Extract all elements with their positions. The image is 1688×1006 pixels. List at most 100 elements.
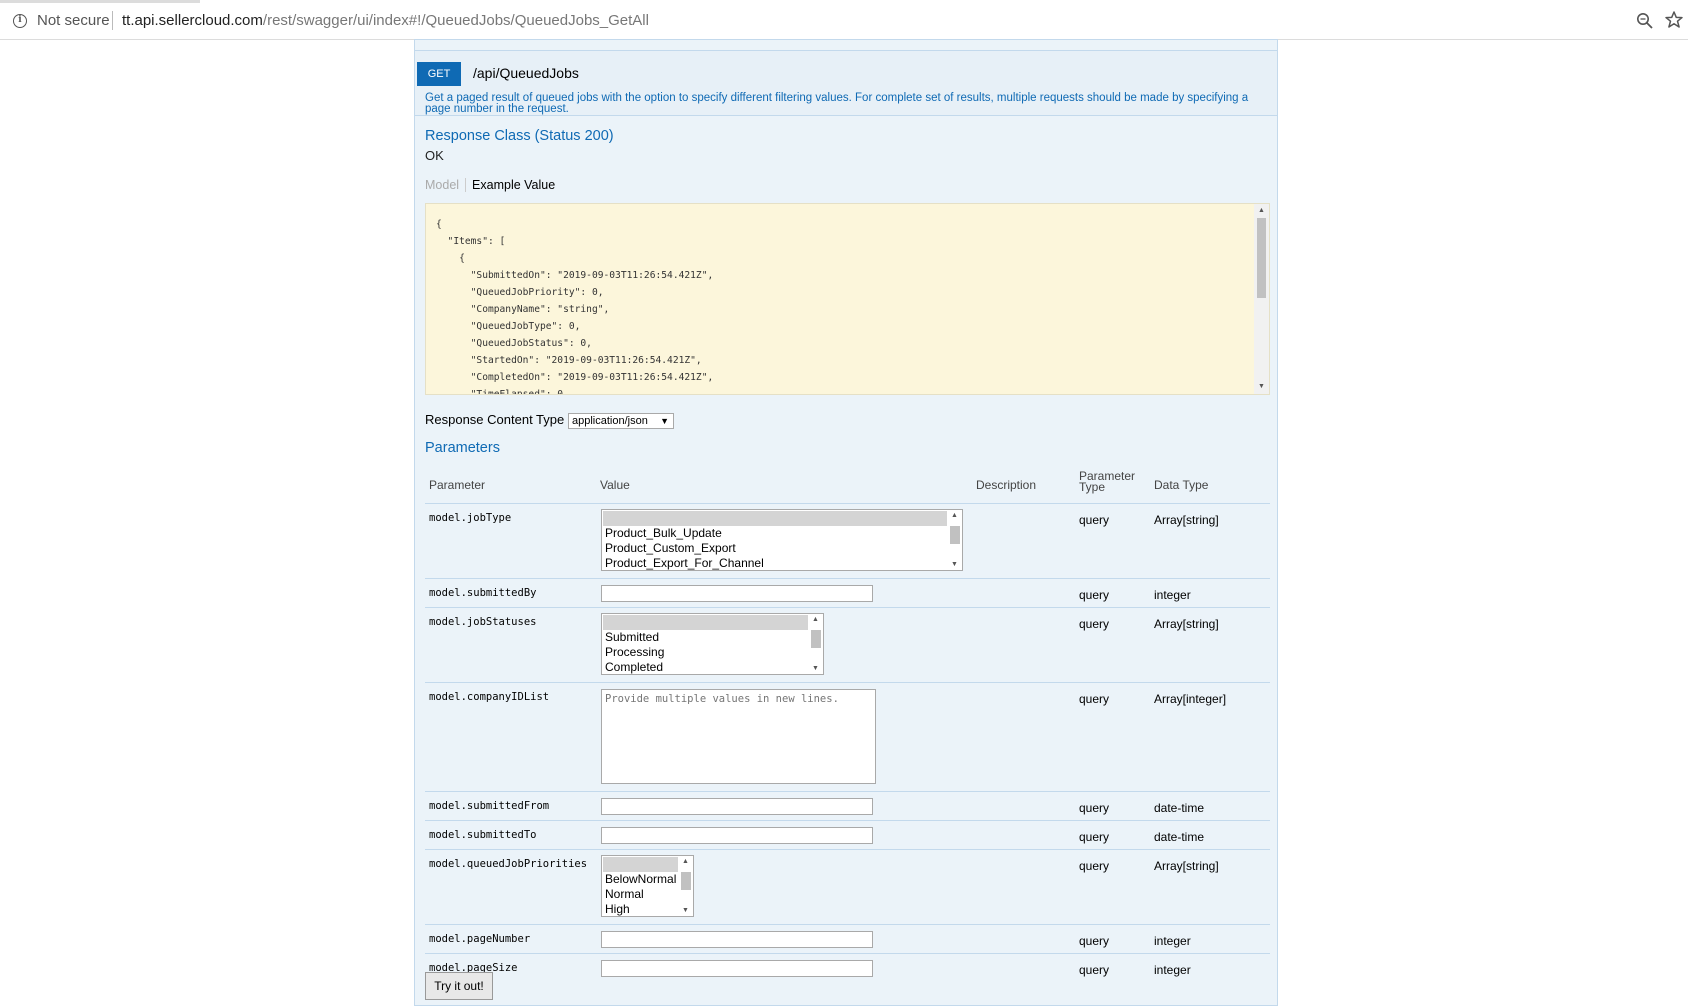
param-type: query xyxy=(1079,801,1110,815)
scroll-thumb[interactable] xyxy=(681,872,691,890)
operation-description: Get a paged result of queued jobs with t… xyxy=(425,92,1249,115)
listbox-scrollbar[interactable]: ▲ ▼ xyxy=(679,856,693,916)
param-data-type: date-time xyxy=(1154,830,1205,844)
header-description: Description xyxy=(976,478,1037,492)
param-type: query xyxy=(1079,617,1110,631)
listbox-option[interactable]: Submitted xyxy=(602,630,823,645)
scroll-down-icon[interactable]: ▼ xyxy=(812,665,819,672)
param-data-type: Array[integer] xyxy=(1154,692,1227,706)
parameters-table-header: Parameter Value Description Parameter Typ… xyxy=(425,468,1270,504)
example-scrollbar[interactable]: ▲ ▼ xyxy=(1254,204,1269,394)
browser-address-bar: i Not secure tt.api.sellercloud.com/rest… xyxy=(0,0,1688,40)
table-row: model.companyIDList query Array[integer] xyxy=(425,683,1270,792)
info-icon[interactable]: i xyxy=(13,14,27,28)
content-type-value: application/json xyxy=(572,415,648,427)
tab-model[interactable]: Model xyxy=(425,178,467,192)
param-data-type: Array[string] xyxy=(1154,617,1219,631)
header-parameter: Parameter xyxy=(429,478,486,492)
listbox-empty-option[interactable] xyxy=(603,511,947,526)
url-text[interactable]: tt.api.sellercloud.com/rest/swagger/ui/i… xyxy=(122,12,649,29)
queuedjobpriorities-listbox[interactable]: BelowNormal Normal High ▲ ▼ xyxy=(601,855,694,917)
param-data-type: integer xyxy=(1154,588,1191,602)
header-value: Value xyxy=(600,478,630,492)
address-separator xyxy=(112,11,113,30)
scroll-up-icon[interactable]: ▲ xyxy=(1258,207,1265,215)
http-method-badge[interactable]: GET xyxy=(417,62,461,86)
zoom-icon[interactable] xyxy=(1636,12,1654,30)
param-data-type: Array[string] xyxy=(1154,859,1219,873)
param-data-type: date-time xyxy=(1154,801,1205,815)
chevron-down-icon: ▼ xyxy=(660,416,669,426)
parameters-table: Parameter Value Description Parameter Typ… xyxy=(425,468,1270,983)
scroll-thumb[interactable] xyxy=(950,526,960,544)
param-type: query xyxy=(1079,859,1110,873)
response-content-type-label: Response Content Type xyxy=(425,412,565,427)
param-type: query xyxy=(1079,692,1110,706)
url-host: tt.api.sellercloud.com xyxy=(122,12,263,29)
listbox-scrollbar[interactable]: ▲ ▼ xyxy=(809,614,823,674)
submittedby-input[interactable] xyxy=(601,585,873,602)
table-row: model.submittedFrom query date-time xyxy=(425,792,1270,821)
example-value-box[interactable]: { "Items": [ { "SubmittedOn": "2019-09-0… xyxy=(425,203,1270,395)
submittedto-input[interactable] xyxy=(601,827,873,844)
listbox-option[interactable]: Product_Export_For_Channel xyxy=(602,556,962,570)
operation-panel: GET /api/QueuedJobs Get a paged result o… xyxy=(414,40,1278,1006)
response-class-title: Response Class (Status 200) xyxy=(425,128,614,144)
submittedfrom-input[interactable] xyxy=(601,798,873,815)
listbox-option[interactable]: Product_Custom_Export xyxy=(602,541,962,556)
table-row: model.pageNumber query integer xyxy=(425,925,1270,954)
table-row: model.queuedJobPriorities BelowNormal No… xyxy=(425,850,1270,925)
scroll-down-icon[interactable]: ▼ xyxy=(682,907,689,914)
param-type: query xyxy=(1079,830,1110,844)
jobstatuses-listbox[interactable]: Submitted Processing Completed ▲ ▼ xyxy=(601,613,824,675)
star-icon[interactable] xyxy=(1664,10,1684,30)
listbox-empty-option[interactable] xyxy=(603,615,808,630)
scroll-up-icon[interactable]: ▲ xyxy=(951,512,958,519)
pagesize-input[interactable] xyxy=(601,960,873,977)
companyidlist-textarea[interactable] xyxy=(601,689,876,784)
example-json: { "Items": [ { "SubmittedOn": "2019-09-0… xyxy=(436,219,714,395)
param-type: query xyxy=(1079,513,1110,527)
listbox-scrollbar[interactable]: ▲ ▼ xyxy=(948,510,962,570)
param-name: model.queuedJobPriorities xyxy=(429,858,588,870)
header-data-type: Data Type xyxy=(1154,478,1209,492)
tab-example-value[interactable]: Example Value xyxy=(466,178,555,192)
param-type: query xyxy=(1079,588,1110,602)
scroll-down-icon[interactable]: ▼ xyxy=(951,561,958,568)
table-row: model.submittedTo query date-time xyxy=(425,821,1270,850)
param-type: query xyxy=(1079,963,1110,977)
param-name: model.jobStatuses xyxy=(429,616,537,628)
listbox-option[interactable]: Product_Bulk_Update xyxy=(602,526,962,541)
header-param-type-line2: Type xyxy=(1079,480,1106,494)
scroll-up-icon[interactable]: ▲ xyxy=(812,616,819,623)
listbox-empty-option[interactable] xyxy=(603,857,678,872)
param-data-type: integer xyxy=(1154,963,1191,977)
response-content-type-select[interactable]: application/json ▼ xyxy=(568,413,674,429)
parameters-title: Parameters xyxy=(425,440,500,456)
listbox-option[interactable]: Processing xyxy=(602,645,823,660)
security-label[interactable]: Not secure xyxy=(37,12,110,29)
param-name: model.pageNumber xyxy=(429,933,531,945)
param-type: query xyxy=(1079,934,1110,948)
operation-heading[interactable]: GET /api/QueuedJobs Get a paged result o… xyxy=(415,50,1277,116)
scroll-up-icon[interactable]: ▲ xyxy=(682,858,689,865)
url-path: /rest/swagger/ui/index#!/QueuedJobs/Queu… xyxy=(262,12,649,29)
param-name: model.companyIDList xyxy=(429,691,550,703)
scroll-thumb[interactable] xyxy=(811,630,821,648)
table-row: model.jobType Product_Bulk_Update Produc… xyxy=(425,504,1270,579)
model-tabs: Model Example Value xyxy=(425,178,555,192)
try-it-out-button[interactable]: Try it out! xyxy=(425,972,493,1000)
operation-path[interactable]: /api/QueuedJobs xyxy=(473,65,579,81)
param-data-type: integer xyxy=(1154,934,1191,948)
param-name: model.submittedBy xyxy=(429,587,537,599)
table-row: model.pageSize query integer xyxy=(425,954,1270,983)
param-name: model.submittedFrom xyxy=(429,800,550,812)
jobtype-listbox[interactable]: Product_Bulk_Update Product_Custom_Expor… xyxy=(601,509,963,571)
response-status-text: OK xyxy=(425,148,444,163)
scroll-down-icon[interactable]: ▼ xyxy=(1258,383,1265,391)
table-row: model.submittedBy query integer xyxy=(425,579,1270,608)
scroll-thumb[interactable] xyxy=(1257,218,1266,298)
param-name: model.submittedTo xyxy=(429,829,537,841)
pagenumber-input[interactable] xyxy=(601,931,873,948)
listbox-option[interactable]: Completed xyxy=(602,660,823,674)
